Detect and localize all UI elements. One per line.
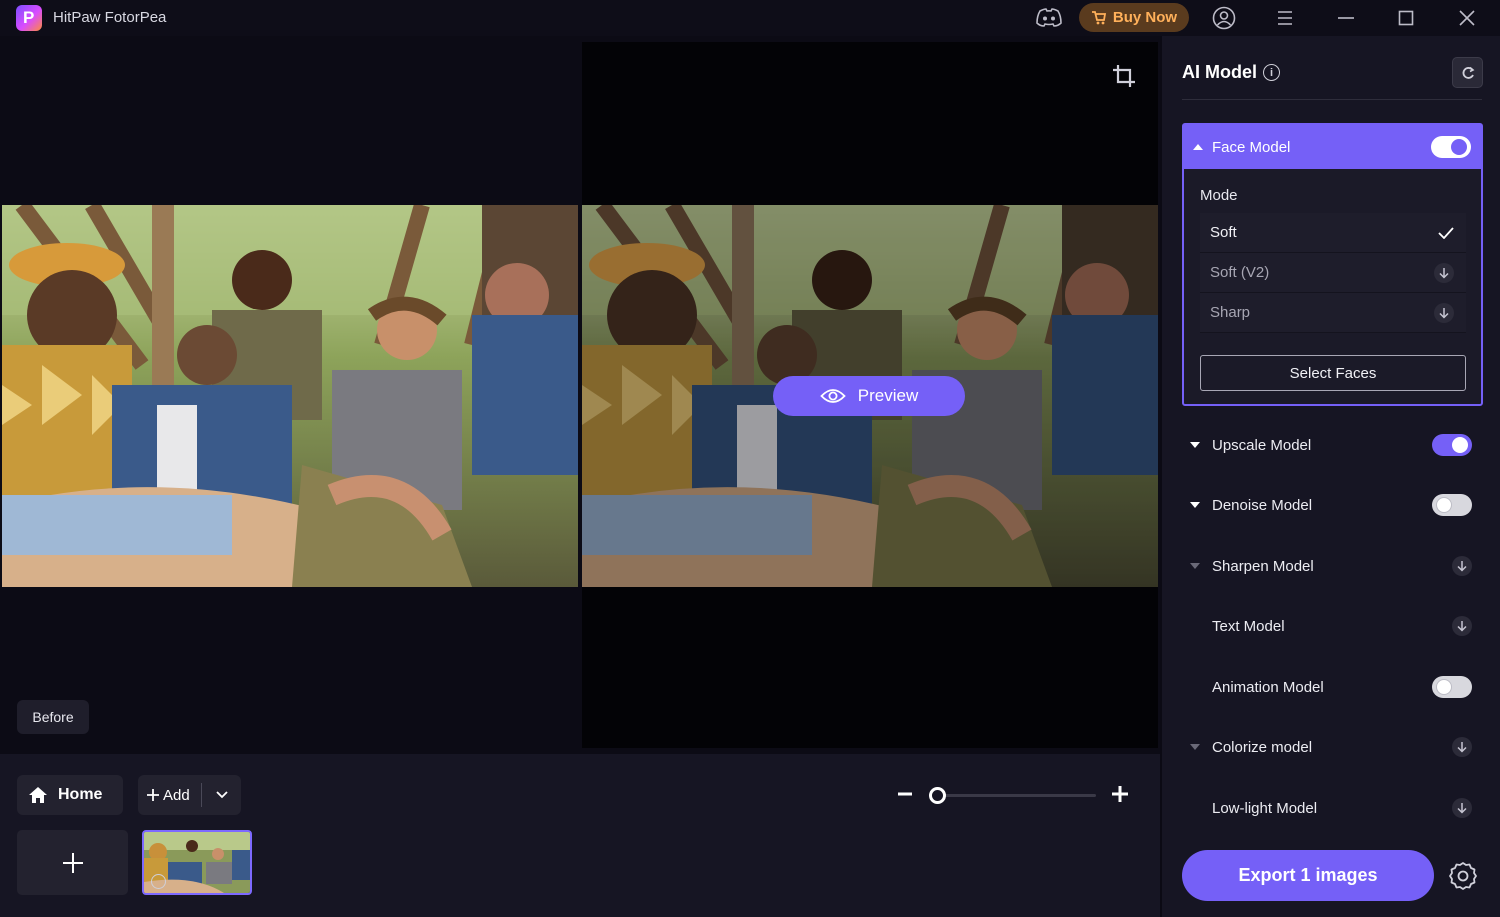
reset-icon <box>1462 66 1474 79</box>
model-row-low-light[interactable]: Low-light Model <box>1182 788 1482 828</box>
image-canvas: Preview Before <box>0 36 1160 754</box>
model-row-upscale[interactable]: Upscale Model <box>1182 425 1482 465</box>
before-badge: Before <box>17 700 89 734</box>
zoom-slider-thumb[interactable] <box>929 787 946 804</box>
panel-title-text: AI Model <box>1182 62 1257 82</box>
zoom-slider-track[interactable] <box>938 794 1096 797</box>
download-icon[interactable] <box>1434 302 1454 323</box>
download-icon[interactable] <box>1452 798 1472 818</box>
mode-option-label: Soft <box>1210 224 1237 241</box>
model-label: Colorize model <box>1212 738 1313 756</box>
chevron-down-icon <box>215 791 228 799</box>
download-icon[interactable] <box>1452 737 1472 757</box>
download-icon[interactable] <box>1452 556 1472 576</box>
mode-option-soft-v2[interactable]: Soft (V2) <box>1200 253 1466 293</box>
add-label: Add <box>163 786 190 804</box>
home-label: Home <box>58 786 103 803</box>
animation-model-toggle[interactable] <box>1432 676 1472 698</box>
plus-icon <box>62 852 83 873</box>
caret-down-icon[interactable] <box>1185 737 1205 757</box>
preview-button[interactable]: Preview <box>773 376 965 416</box>
caret-down-icon[interactable] <box>1185 435 1205 455</box>
download-icon[interactable] <box>1452 616 1472 636</box>
zoom-in-icon[interactable] <box>1110 784 1130 804</box>
model-label: Denoise Model <box>1212 496 1313 514</box>
denoise-model-toggle[interactable] <box>1432 494 1472 516</box>
upscale-model-toggle[interactable] <box>1432 434 1472 456</box>
mode-list: Soft Soft (V2) Sharp <box>1200 213 1466 333</box>
face-model-label: Face Model <box>1212 138 1291 156</box>
account-icon[interactable] <box>1209 4 1239 32</box>
mode-option-sharp[interactable]: Sharp <box>1200 293 1466 333</box>
buy-now-label: Buy Now <box>1112 9 1178 26</box>
select-faces-button[interactable]: Select Faces <box>1200 355 1466 391</box>
title-bar: P HitPaw FotorPea Buy Now <box>0 0 1500 36</box>
panel-divider <box>1182 99 1482 100</box>
mode-option-label: Sharp <box>1210 304 1251 321</box>
minimize-icon[interactable] <box>1331 4 1361 32</box>
panel-title: AI Model i <box>1182 62 1280 83</box>
model-label: Upscale Model <box>1212 436 1312 454</box>
app-title: HitPaw FotorPea <box>53 9 167 26</box>
face-model-header[interactable]: Face Model <box>1184 125 1481 169</box>
mode-option-label: Soft (V2) <box>1210 264 1270 281</box>
preview-label: Preview <box>857 386 919 405</box>
close-icon[interactable] <box>1452 4 1482 32</box>
reset-button[interactable] <box>1452 57 1483 88</box>
plus-icon <box>147 789 159 801</box>
model-row-text[interactable]: Text Model <box>1182 606 1482 646</box>
caret-down-icon[interactable] <box>1185 556 1205 576</box>
mode-option-soft[interactable]: Soft <box>1200 213 1466 253</box>
maximize-icon[interactable] <box>1391 4 1421 32</box>
model-label: Animation Model <box>1212 678 1324 696</box>
model-label: Low-light Model <box>1212 799 1318 817</box>
home-button[interactable]: Home <box>17 775 123 815</box>
app-logo-icon: P <box>16 5 42 31</box>
crop-icon[interactable] <box>1110 62 1138 90</box>
export-button[interactable]: Export 1 images <box>1182 850 1434 901</box>
zoom-out-icon[interactable] <box>896 784 914 804</box>
download-icon[interactable] <box>1434 262 1454 283</box>
checkmark-icon <box>1438 226 1454 239</box>
add-image-tile[interactable] <box>17 830 128 895</box>
face-model-toggle[interactable] <box>1431 136 1471 158</box>
model-label: Text Model <box>1212 617 1285 635</box>
model-row-animation[interactable]: Animation Model <box>1182 667 1482 707</box>
add-files-button[interactable]: Add <box>138 783 202 807</box>
add-dropdown-button[interactable] <box>202 791 241 799</box>
bottom-toolbar: Home Add <box>0 754 1160 917</box>
before-image <box>2 205 578 587</box>
eye-icon <box>820 389 846 403</box>
home-icon <box>29 787 47 803</box>
caret-up-icon[interactable] <box>1192 143 1204 151</box>
add-button[interactable]: Add <box>138 775 241 815</box>
menu-icon[interactable] <box>1270 4 1300 32</box>
mode-label: Mode <box>1200 187 1238 204</box>
model-row-denoise[interactable]: Denoise Model <box>1182 485 1482 525</box>
cart-icon <box>1091 10 1106 24</box>
discord-icon[interactable] <box>1034 4 1064 32</box>
ai-model-panel: AI Model i Face Model Mode Soft Soft (V2… <box>1162 36 1500 917</box>
model-row-sharpen[interactable]: Sharpen Model <box>1182 546 1482 586</box>
processing-status-icon <box>151 874 166 889</box>
info-icon[interactable]: i <box>1263 64 1280 81</box>
buy-now-button[interactable]: Buy Now <box>1079 3 1189 32</box>
settings-gear-icon[interactable] <box>1447 860 1479 892</box>
caret-down-icon[interactable] <box>1185 495 1205 515</box>
model-label: Sharpen Model <box>1212 557 1314 575</box>
model-row-colorize[interactable]: Colorize model <box>1182 727 1482 767</box>
face-model-card: Face Model Mode Soft Soft (V2) Sharp Sel… <box>1182 123 1483 406</box>
image-thumbnail[interactable] <box>142 830 252 895</box>
